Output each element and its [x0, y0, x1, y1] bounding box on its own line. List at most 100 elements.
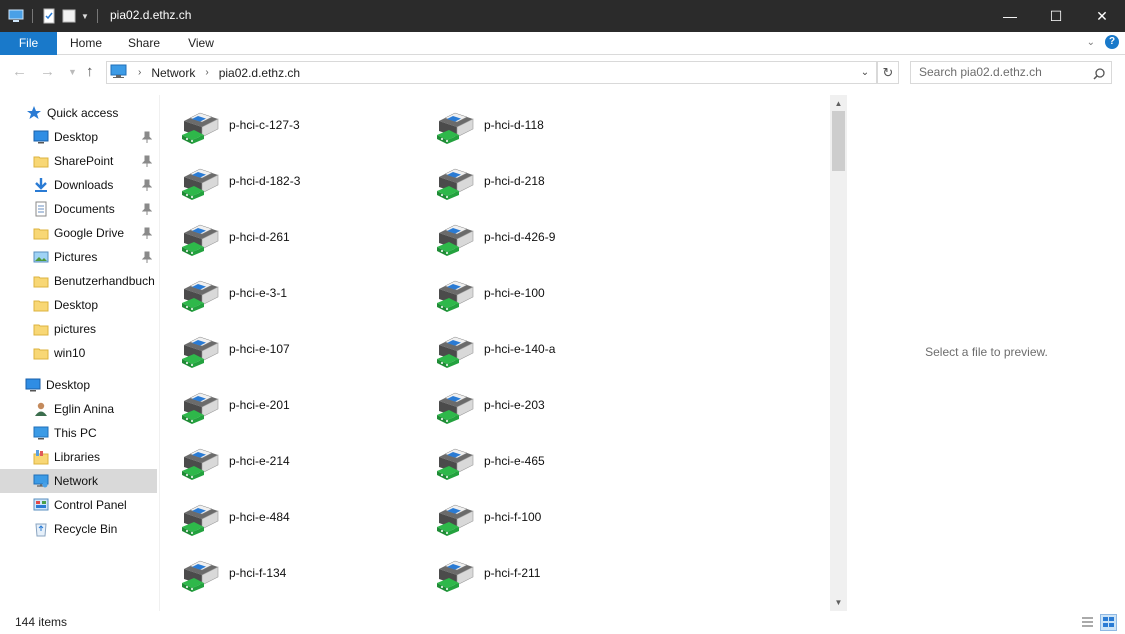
- printer-name: p-hci-e-201: [229, 398, 290, 412]
- nav-item-desktop[interactable]: Desktop: [0, 125, 157, 149]
- printer-icon: [176, 269, 224, 317]
- folder-icon: [33, 273, 49, 289]
- back-arrow-icon[interactable]: ←: [12, 63, 27, 80]
- breadcrumb-host[interactable]: pia02.d.ethz.ch: [219, 66, 300, 80]
- toolbar-divider: [32, 9, 33, 23]
- nav-item-network[interactable]: Network: [0, 469, 157, 493]
- printer-item[interactable]: p-hci-e-203: [431, 381, 671, 429]
- large-icons-view-icon[interactable]: [1100, 614, 1117, 631]
- printer-name: p-hci-f-134: [229, 566, 287, 580]
- nav-item-label: Quick access: [47, 106, 119, 120]
- folder-icon: [33, 321, 49, 337]
- nav-item-this-pc[interactable]: This PC: [0, 421, 157, 445]
- scroll-down-icon[interactable]: ▼: [830, 594, 847, 611]
- nav-item-documents[interactable]: Documents: [0, 197, 157, 221]
- nav-item-label: Recycle Bin: [54, 522, 118, 536]
- printer-item[interactable]: p-hci-c-127-3: [176, 101, 416, 149]
- printer-item[interactable]: p-hci-e-107: [176, 325, 416, 373]
- printer-item[interactable]: p-hci-d-426-9: [431, 213, 671, 261]
- printer-item[interactable]: p-hci-e-201: [176, 381, 416, 429]
- nav-item-recycle-bin[interactable]: Recycle Bin: [0, 517, 157, 541]
- customize-toolbar-icon[interactable]: ▼: [81, 12, 89, 21]
- details-view-icon[interactable]: [1079, 614, 1096, 631]
- printer-name: p-hci-c-127-3: [229, 118, 300, 132]
- nav-item-label: Desktop: [54, 298, 99, 312]
- refresh-button[interactable]: ↻: [877, 61, 899, 84]
- tab-file[interactable]: File: [0, 32, 57, 55]
- printer-item[interactable]: p-hci-f-100: [431, 493, 671, 541]
- nav-item-label: Desktop: [54, 130, 99, 144]
- nav-item-eglin-anina[interactable]: Eglin Anina: [0, 397, 157, 421]
- printer-item[interactable]: p-hci-d-118: [431, 101, 671, 149]
- printer-icon: [431, 549, 479, 597]
- printer-item[interactable]: p-hci-d-218: [431, 157, 671, 205]
- tab-share[interactable]: Share: [115, 32, 173, 55]
- printer-item[interactable]: p-hci-e-140-a: [431, 325, 671, 373]
- nav-item-google-drive[interactable]: Google Drive: [0, 221, 157, 245]
- pin-icon: [141, 155, 153, 167]
- quick-access-toolbar: ▼: [8, 6, 102, 26]
- printer-item[interactable]: p-hci-d-261: [176, 213, 416, 261]
- properties-icon[interactable]: [41, 8, 57, 24]
- scrollbar-thumb[interactable]: [832, 111, 845, 171]
- printer-item[interactable]: p-hci-e-465: [431, 437, 671, 485]
- pin-icon: [141, 227, 153, 239]
- documents-icon: [33, 201, 49, 217]
- printer-item[interactable]: p-hci-e-214: [176, 437, 416, 485]
- help-icon[interactable]: ?: [1105, 35, 1119, 49]
- expand-ribbon-icon[interactable]: ⌄: [1087, 37, 1095, 48]
- chevron-right-icon[interactable]: ›: [205, 67, 208, 78]
- printer-name: p-hci-e-203: [484, 398, 545, 412]
- item-count: 144 items: [15, 615, 68, 629]
- minimize-button[interactable]: —: [987, 0, 1033, 32]
- up-arrow-icon[interactable]: ↑: [86, 63, 94, 80]
- nav-item-win10[interactable]: win10: [0, 341, 157, 365]
- printer-item[interactable]: p-hci-e-484: [176, 493, 416, 541]
- explorer-icon[interactable]: [8, 8, 24, 24]
- nav-item-pictures[interactable]: Pictures: [0, 245, 157, 269]
- printer-item[interactable]: p-hci-f-134: [176, 549, 416, 597]
- folder-icon: [33, 153, 49, 169]
- title-bar: ▼ pia02.d.ethz.ch — ☐ ✕: [0, 0, 1125, 32]
- printer-name: p-hci-d-426-9: [484, 230, 556, 244]
- printer-item[interactable]: p-hci-d-182-3: [176, 157, 416, 205]
- nav-desktop-root[interactable]: Desktop: [0, 373, 157, 397]
- nav-item-benutzerhandbuch[interactable]: Benutzerhandbuch: [0, 269, 157, 293]
- nav-quick-access[interactable]: Quick access: [0, 101, 157, 125]
- nav-item-label: Control Panel: [54, 498, 127, 512]
- download-icon: [33, 177, 49, 193]
- recycle-bin-icon: [33, 521, 49, 537]
- printer-name: p-hci-f-211: [484, 566, 541, 580]
- nav-item-label: Pictures: [54, 250, 98, 264]
- nav-item-control-panel[interactable]: Control Panel: [0, 493, 157, 517]
- preview-pane: Select a file to preview.: [848, 95, 1125, 611]
- breadcrumb-network[interactable]: Network: [151, 66, 195, 80]
- printer-item[interactable]: p-hci-f-211: [431, 549, 671, 597]
- tab-home[interactable]: Home: [57, 32, 115, 55]
- nav-item-libraries[interactable]: Libraries: [0, 445, 157, 469]
- printer-item[interactable]: p-hci-e-100: [431, 269, 671, 317]
- control-panel-icon: [33, 497, 49, 513]
- chevron-down-icon[interactable]: ⌄: [857, 64, 873, 81]
- chevron-right-icon[interactable]: ›: [138, 67, 141, 78]
- nav-item-downloads[interactable]: Downloads: [0, 173, 157, 197]
- nav-item-sharepoint[interactable]: SharePoint: [0, 149, 157, 173]
- address-bar[interactable]: › Network › pia02.d.ethz.ch ⌄: [106, 61, 877, 84]
- recent-locations-icon[interactable]: ▼: [68, 67, 77, 77]
- vertical-scrollbar[interactable]: ▲ ▼: [830, 95, 847, 611]
- printer-item[interactable]: p-hci-e-3-1: [176, 269, 416, 317]
- nav-item-desktop[interactable]: Desktop: [0, 293, 157, 317]
- folder-icon: [33, 297, 49, 313]
- nav-item-pictures[interactable]: pictures: [0, 317, 157, 341]
- search-input[interactable]: Search pia02.d.ethz.ch: [910, 61, 1112, 84]
- printer-icon: [431, 269, 479, 317]
- printer-icon: [431, 101, 479, 149]
- scroll-up-icon[interactable]: ▲: [830, 95, 847, 112]
- window-controls: — ☐ ✕: [987, 0, 1125, 32]
- new-folder-icon[interactable]: [61, 8, 77, 24]
- navigation-pane: Quick access Desktop SharePoint Downloads Do…: [0, 95, 160, 611]
- close-button[interactable]: ✕: [1079, 0, 1125, 32]
- maximize-button[interactable]: ☐: [1033, 0, 1079, 32]
- forward-arrow-icon[interactable]: →: [40, 63, 55, 80]
- tab-view[interactable]: View: [173, 32, 229, 55]
